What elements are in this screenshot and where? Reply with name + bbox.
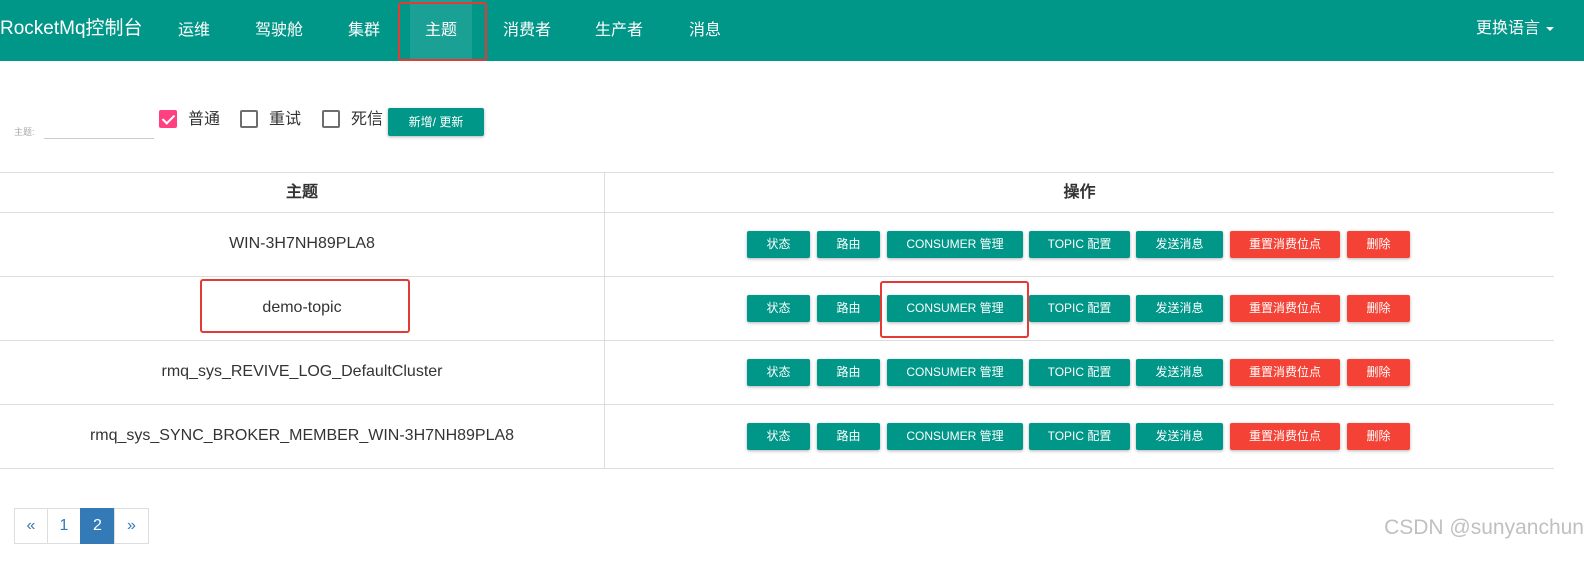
checkbox-normal-label: 普通	[188, 111, 221, 128]
send-message-button[interactable]: 发送消息	[1136, 359, 1223, 386]
route-button[interactable]: 路由	[817, 359, 880, 386]
consumer-manage-button[interactable]: CONSUMER 管理	[887, 231, 1023, 258]
topic-name-cell: demo-topic	[0, 277, 605, 340]
status-button[interactable]: 状态	[747, 295, 810, 322]
nav-item-cockpit[interactable]: 驾驶舱	[250, 0, 308, 61]
checkbox-dlq[interactable]	[322, 110, 340, 128]
topic-config-button[interactable]: TOPIC 配置	[1029, 295, 1130, 322]
language-label: 更换语言	[1475, 20, 1540, 37]
reset-offset-button[interactable]: 重置消费位点	[1230, 231, 1340, 258]
topic-filter-input[interactable]	[44, 116, 154, 139]
consumer-manage-button[interactable]: CONSUMER 管理	[887, 423, 1023, 450]
checkbox-retry-label: 重试	[269, 111, 302, 128]
add-update-button[interactable]: 新增/ 更新	[388, 108, 484, 136]
topic-filter-label: 主题:	[14, 127, 35, 137]
delete-button[interactable]: 删除	[1347, 359, 1410, 386]
topic-config-button[interactable]: TOPIC 配置	[1029, 231, 1130, 258]
table-body: WIN-3H7NH89PLA8 状态 路由 CONSUMER 管理 TOPIC 配置 发送…	[0, 213, 1554, 469]
topic-name-cell: rmq_sys_REVIVE_LOG_DefaultCluster	[0, 341, 605, 404]
nav-item-producer[interactable]: 生产者	[590, 0, 648, 61]
table-header: 主题 操作	[0, 172, 1554, 213]
send-message-button[interactable]: 发送消息	[1136, 231, 1223, 258]
topic-name-cell: rmq_sys_SYNC_BROKER_MEMBER_WIN-3H7NH89PL…	[0, 405, 605, 468]
route-button[interactable]: 路由	[817, 295, 880, 322]
pagination-prev[interactable]: «	[14, 508, 48, 544]
status-button[interactable]: 状态	[747, 231, 810, 258]
consumer-manage-button[interactable]: CONSUMER 管理	[887, 295, 1023, 322]
language-dropdown[interactable]: 更换语言	[1476, 0, 1554, 61]
reset-offset-button[interactable]: 重置消费位点	[1230, 423, 1340, 450]
send-message-button[interactable]: 发送消息	[1136, 295, 1223, 322]
topic-name-cell: WIN-3H7NH89PLA8	[0, 213, 605, 276]
pagination-page-1[interactable]: 1	[47, 508, 81, 544]
status-button[interactable]: 状态	[747, 359, 810, 386]
checkbox-retry[interactable]	[240, 110, 258, 128]
table-row: rmq_sys_SYNC_BROKER_MEMBER_WIN-3H7NH89PL…	[0, 405, 1554, 469]
app-brand[interactable]: RocketMq控制台	[0, 0, 143, 61]
pagination-page-2[interactable]: 2	[80, 508, 115, 544]
header-topic: 主题	[0, 173, 605, 212]
nav-item-consumer[interactable]: 消费者	[498, 0, 556, 61]
nav-item-topic[interactable]: 主题	[410, 0, 472, 61]
delete-button[interactable]: 删除	[1347, 295, 1410, 322]
nav-item-ops[interactable]: 运维	[170, 0, 218, 61]
top-navbar: RocketMq控制台 运维 驾驶舱 集群 主题 消费者 生产者 消息 更换语言	[0, 0, 1584, 61]
header-operations: 操作	[1063, 184, 1096, 201]
nav-item-cluster[interactable]: 集群	[340, 0, 388, 61]
checkbox-dlq-label: 死信	[351, 111, 384, 128]
table-row: demo-topic 状态 路由 CONSUMER 管理 TOPIC 配置 发送消息 重置消…	[0, 277, 1554, 341]
table-row: rmq_sys_REVIVE_LOG_DefaultCluster 状态 路由 CON…	[0, 341, 1554, 405]
watermark: CSDN @sunyanchun	[1384, 516, 1584, 539]
topic-config-button[interactable]: TOPIC 配置	[1029, 423, 1130, 450]
caret-down-icon	[1546, 26, 1554, 31]
operations-cell: 状态 路由 CONSUMER 管理 TOPIC 配置 发送消息 重置消费位点 删除	[605, 213, 1554, 276]
nav-item-message[interactable]: 消息	[682, 0, 728, 61]
reset-offset-button[interactable]: 重置消费位点	[1230, 359, 1340, 386]
reset-offset-button[interactable]: 重置消费位点	[1230, 295, 1340, 322]
delete-button[interactable]: 删除	[1347, 423, 1410, 450]
delete-button[interactable]: 删除	[1347, 231, 1410, 258]
status-button[interactable]: 状态	[747, 423, 810, 450]
topic-config-button[interactable]: TOPIC 配置	[1029, 359, 1130, 386]
consumer-manage-button[interactable]: CONSUMER 管理	[887, 359, 1023, 386]
operations-cell: 状态 路由 CONSUMER 管理 TOPIC 配置 发送消息 重置消费位点 删除	[605, 341, 1554, 404]
route-button[interactable]: 路由	[817, 423, 880, 450]
pagination-next[interactable]: »	[114, 508, 149, 544]
route-button[interactable]: 路由	[817, 231, 880, 258]
table-row: WIN-3H7NH89PLA8 状态 路由 CONSUMER 管理 TOPIC 配置 发送…	[0, 213, 1554, 277]
operations-cell: 状态 路由 CONSUMER 管理 TOPIC 配置 发送消息 重置消费位点 删除	[605, 405, 1554, 468]
operations-cell: 状态 路由 CONSUMER 管理 TOPIC 配置 发送消息 重置消费位点 删除	[605, 277, 1554, 340]
checkbox-normal[interactable]	[159, 110, 177, 128]
topic-table: 主题 操作 WIN-3H7NH89PLA8 状态 路由 CONSUMER 管理 TOPI…	[0, 172, 1554, 469]
send-message-button[interactable]: 发送消息	[1136, 423, 1223, 450]
